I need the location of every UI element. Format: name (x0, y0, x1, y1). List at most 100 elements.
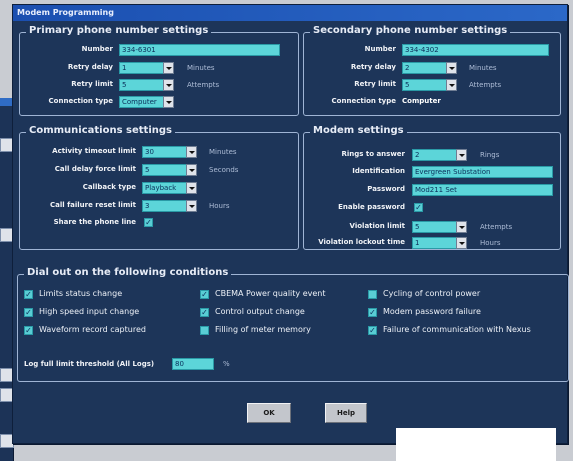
chevron-down-icon[interactable] (186, 164, 197, 176)
violation-lockout-unit: Hours (480, 239, 501, 247)
filling-meter-memory-checkbox[interactable] (200, 326, 209, 335)
chevron-down-icon[interactable] (456, 221, 467, 233)
communication-failure-label: Failure of communication with Nexus (383, 325, 531, 334)
secondary-retry-limit-select[interactable]: 5 (402, 79, 457, 91)
activity-timeout-unit: Minutes (209, 148, 237, 156)
ok-button[interactable]: OK (247, 403, 291, 423)
chevron-down-icon[interactable] (186, 200, 197, 212)
chevron-down-icon[interactable] (456, 149, 467, 161)
primary-retry-limit-label: Retry limit (71, 80, 113, 88)
rings-to-answer-select[interactable]: 2 (412, 149, 467, 161)
primary-retry-limit-unit: Attempts (187, 81, 220, 89)
violation-limit-select[interactable]: 5 (412, 221, 467, 233)
modem-settings-group: Modem settings Rings to answer 2 Rings I… (303, 125, 561, 250)
primary-number-input[interactable]: 334-6301 (119, 44, 280, 56)
violation-limit-label: Violation limit (349, 222, 405, 230)
primary-retry-limit-select[interactable]: 5 (119, 79, 174, 91)
violation-lockout-label: Violation lockout time (318, 238, 405, 246)
control-output-checkbox[interactable]: ✓ (200, 308, 209, 317)
call-delay-select[interactable]: 5 (142, 164, 197, 176)
log-threshold-unit: % (223, 360, 230, 368)
call-failure-reset-value: 3 (145, 202, 150, 210)
high-speed-input-label: High speed input change (39, 307, 140, 316)
primary-retry-delay-select[interactable]: 1 (119, 62, 174, 74)
secondary-retry-delay-unit: Minutes (469, 64, 497, 72)
secondary-number-label: Number (364, 45, 396, 53)
enable-password-label: Enable password (338, 203, 405, 211)
help-button[interactable]: Help (325, 403, 367, 423)
chevron-down-icon[interactable] (456, 237, 467, 249)
secondary-retry-limit-label: Retry limit (354, 80, 396, 88)
limits-status-change-label: Limits status change (39, 289, 123, 298)
call-failure-reset-unit: Hours (209, 202, 230, 210)
violation-lockout-value: 1 (415, 239, 420, 247)
primary-connection-type-value: Computer (122, 98, 157, 106)
call-failure-reset-select[interactable]: 3 (142, 200, 197, 212)
identification-label: Identification (352, 167, 405, 175)
primary-connection-type-label: Connection type (48, 97, 113, 105)
rings-to-answer-unit: Rings (480, 151, 500, 159)
primary-retry-limit-value: 5 (122, 81, 127, 89)
violation-lockout-select[interactable]: 1 (412, 237, 467, 249)
waveform-record-label: Waveform record captured (39, 325, 146, 334)
waveform-record-checkbox[interactable]: ✓ (24, 326, 33, 335)
call-delay-unit: Seconds (209, 166, 239, 174)
callback-type-label: Callback type (82, 183, 136, 191)
chevron-down-icon[interactable] (163, 96, 174, 108)
password-input[interactable]: Mod211 Set (412, 184, 553, 196)
secondary-phone-legend: Secondary phone number settings (310, 25, 511, 36)
violation-limit-value: 5 (415, 223, 420, 231)
modem-password-failure-checkbox[interactable]: ✓ (368, 308, 377, 317)
primary-number-label: Number (81, 45, 113, 53)
cbema-power-quality-label: CBEMA Power quality event (215, 289, 326, 298)
identification-input[interactable]: Evergreen Substation (412, 166, 553, 178)
filling-meter-memory-label: Filling of meter memory (215, 325, 311, 334)
modem-password-failure-label: Modem password failure (383, 307, 481, 316)
chevron-down-icon[interactable] (163, 62, 174, 74)
call-failure-reset-label: Call failure reset limit (49, 201, 136, 209)
primary-connection-type-select[interactable]: Computer (119, 96, 174, 108)
modem-programming-dialog: Modem Programming Primary phone number s… (12, 4, 569, 444)
high-speed-input-checkbox[interactable]: ✓ (24, 308, 33, 317)
footer-blank-area (396, 428, 556, 461)
activity-timeout-label: Activity timeout limit (52, 147, 136, 155)
secondary-connection-type-label: Connection type (331, 97, 396, 105)
cycling-control-power-checkbox[interactable] (368, 290, 377, 299)
log-threshold-input[interactable]: 80 (172, 358, 214, 370)
secondary-phone-group: Secondary phone number settings Number 3… (303, 25, 561, 116)
window-title[interactable]: Modem Programming (13, 5, 567, 21)
enable-password-checkbox[interactable]: ✓ (414, 203, 423, 212)
primary-retry-delay-unit: Minutes (187, 64, 215, 72)
communications-group: Communications settings Activity timeout… (19, 125, 299, 250)
secondary-retry-limit-unit: Attempts (469, 81, 502, 89)
share-phone-line-checkbox[interactable]: ✓ (144, 218, 153, 227)
secondary-retry-delay-value: 2 (405, 64, 410, 72)
share-phone-line-label: Share the phone line (53, 218, 136, 226)
cbema-power-quality-checkbox[interactable]: ✓ (200, 290, 209, 299)
limits-status-change-checkbox[interactable]: ✓ (24, 290, 33, 299)
callback-type-select[interactable]: Playback (142, 182, 197, 194)
log-threshold-label: Log full limit threshold (All Logs) (24, 360, 155, 368)
chevron-down-icon[interactable] (186, 182, 197, 194)
activity-timeout-select[interactable]: 30 (142, 146, 197, 158)
secondary-retry-delay-select[interactable]: 2 (402, 62, 457, 74)
rings-to-answer-value: 2 (415, 151, 420, 159)
primary-phone-group: Primary phone number settings Number 334… (19, 25, 299, 116)
rings-to-answer-label: Rings to answer (341, 150, 405, 158)
communications-legend: Communications settings (26, 125, 175, 136)
callback-type-value: Playback (145, 184, 177, 192)
cycling-control-power-label: Cycling of control power (383, 289, 481, 298)
chevron-down-icon[interactable] (186, 146, 197, 158)
modem-settings-legend: Modem settings (310, 125, 407, 136)
call-delay-value: 5 (145, 166, 150, 174)
dial-out-group: Dial out on the following conditions ✓ L… (17, 267, 569, 382)
chevron-down-icon[interactable] (446, 79, 457, 91)
secondary-retry-limit-value: 5 (405, 81, 410, 89)
communication-failure-checkbox[interactable]: ✓ (368, 326, 377, 335)
chevron-down-icon[interactable] (446, 62, 457, 74)
chevron-down-icon[interactable] (163, 79, 174, 91)
secondary-number-input[interactable]: 334-4302 (402, 44, 549, 56)
call-delay-label: Call delay force limit (54, 165, 136, 173)
primary-retry-delay-value: 1 (122, 64, 127, 72)
secondary-retry-delay-label: Retry delay (350, 63, 396, 71)
